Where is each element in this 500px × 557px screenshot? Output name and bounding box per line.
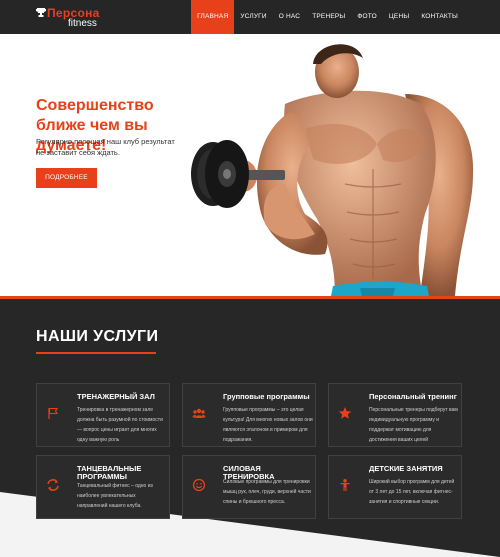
- service-card-gym[interactable]: ТРЕНАЖЕРНЫЙ ЗАЛ Тренировка в тренажерном…: [36, 383, 170, 447]
- service-card-title: ТРЕНАЖЕРНЫЙ ЗАЛ: [77, 392, 155, 401]
- main-menu: ГЛАВНАЯ УСЛУГИ О НАС ТРЕНЕРЫ ФОТО ЦЕНЫ К…: [191, 0, 464, 34]
- service-card-group[interactable]: Групповые программы Групповые программы …: [182, 383, 316, 447]
- nav-item-about[interactable]: О НАС: [273, 0, 306, 34]
- refresh-icon: [47, 479, 59, 491]
- service-card-text: Широкий выбор программ для детей от 3 ле…: [369, 479, 455, 505]
- nav-item-trainers[interactable]: ТРЕНЕРЫ: [306, 0, 351, 34]
- service-card-text: Танцевальный фитнес – одно из наиболее у…: [77, 483, 153, 509]
- top-navigation: Персона fitness ГЛАВНАЯ УСЛУГИ О НАС ТРЕ…: [0, 0, 500, 34]
- service-card-text: Тренировка в тренажерном зале должна быт…: [77, 407, 163, 443]
- brand-logo[interactable]: Персона fitness: [36, 6, 106, 29]
- nav-item-photo[interactable]: ФОТО: [351, 0, 383, 34]
- service-card-title: Персональный тренинг: [369, 392, 457, 401]
- service-card-text: Групповые программы – это целая культура…: [223, 407, 313, 443]
- hero-section: Совершенство ближе чем вы думаете! Регул…: [0, 34, 500, 296]
- star-icon: [338, 407, 352, 419]
- nav-item-home[interactable]: ГЛАВНАЯ: [191, 0, 235, 34]
- smile-icon: [192, 478, 206, 492]
- more-button[interactable]: ПОДРОБНЕЕ: [36, 168, 97, 188]
- service-card-text: Персональные тренеры подберут вам индиви…: [369, 407, 458, 443]
- trophy-icon: [36, 8, 46, 17]
- services-title-underline: [36, 352, 156, 354]
- nav-item-contacts[interactable]: КОНТАКТЫ: [415, 0, 464, 34]
- service-card-title: ДЕТСКИЕ ЗАНЯТИЯ: [369, 464, 443, 473]
- brand-subtitle: fitness: [68, 18, 97, 29]
- service-card-strength[interactable]: СИЛОВАЯ ТРЕНИРОВКА Силовые программы для…: [182, 455, 316, 519]
- service-card-kids[interactable]: ДЕТСКИЕ ЗАНЯТИЯ Широкий выбор программ д…: [328, 455, 462, 519]
- service-card-dance[interactable]: ТАНЦЕВАЛЬНЫЕ ПРОГРАММЫ Танцевальный фитн…: [36, 455, 170, 519]
- nav-item-prices[interactable]: ЦЕНЫ: [383, 0, 415, 34]
- flag-icon: [48, 407, 58, 419]
- services-title: НАШИ УСЛУГИ: [36, 328, 159, 345]
- group-icon: [192, 408, 206, 418]
- service-card-title: Групповые программы: [223, 392, 310, 401]
- service-card-personal[interactable]: Персональный тренинг Персональные тренер…: [328, 383, 462, 447]
- service-card-title: ТАНЦЕВАЛЬНЫЕ ПРОГРАММЫ: [77, 464, 142, 481]
- service-card-text: Силовые программы для тренировки мышц ру…: [223, 479, 311, 505]
- nav-item-services[interactable]: УСЛУГИ: [234, 0, 272, 34]
- services-section: НАШИ УСЛУГИ ТРЕНАЖЕРНЫЙ ЗАЛ Тренировка в…: [0, 299, 500, 557]
- athlete-with-dumbbell-image: [191, 44, 474, 296]
- child-icon: [340, 479, 350, 491]
